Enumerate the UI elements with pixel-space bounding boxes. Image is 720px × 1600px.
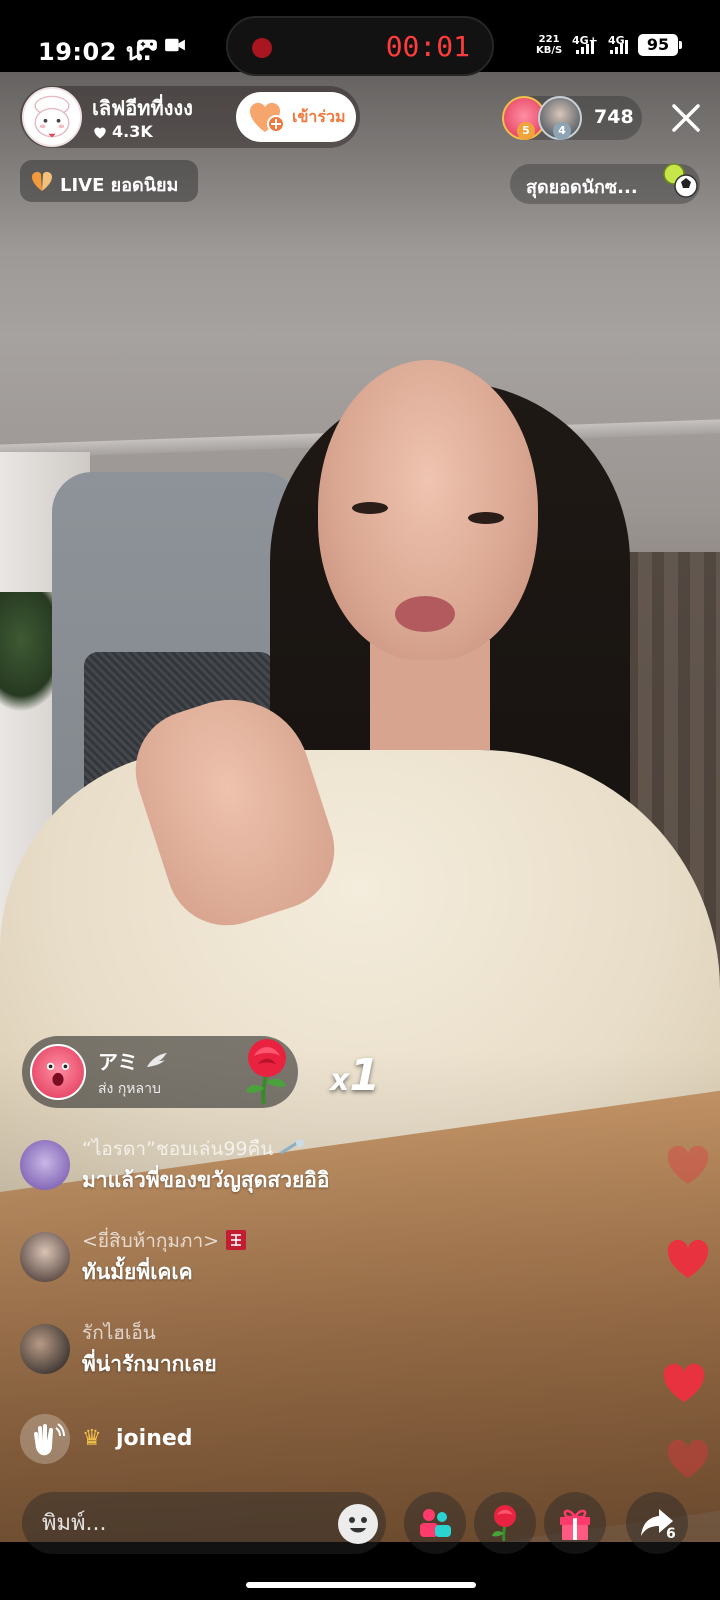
smiley-icon (349, 1517, 367, 1533)
gift-multiplier: x (330, 1063, 350, 1098)
live-popular-badge[interactable]: LIVE ยอดนิยม (20, 160, 198, 202)
video-camera-icon (165, 38, 185, 52)
floating-heart-icon (663, 1363, 705, 1402)
floating-heart-icon (667, 1439, 709, 1478)
host-likes-count: 4.3K (112, 122, 153, 141)
gift-count-value: 1 (349, 1050, 380, 1101)
rank-badge: 4 (553, 122, 571, 140)
ranking-label: สุดยอดนักซ... (526, 177, 638, 198)
multi-guest-button[interactable] (404, 1492, 466, 1554)
gift-box-icon (560, 1509, 590, 1540)
rose-icon (492, 1505, 516, 1542)
streamer-eye-left (352, 502, 388, 514)
signal-icon (576, 40, 594, 54)
split-heart-icon (32, 172, 52, 191)
join-fan-club-button[interactable]: เข้าร่วม (236, 92, 356, 142)
home-indicator[interactable] (246, 1582, 476, 1588)
joined-text: joined (116, 1426, 193, 1451)
crown-icon: ♛ (82, 1426, 102, 1451)
emoji-button[interactable] (338, 1504, 378, 1544)
floating-heart-icon (667, 1145, 709, 1184)
comment-text: ทันมั้ยพี่เคเค (82, 1260, 193, 1284)
join-label: เข้าร่วม (292, 107, 346, 126)
sports-balls-icon (663, 163, 698, 198)
ranking-chip[interactable]: สุดยอดนักซ... (510, 163, 700, 204)
full-badge-icon (226, 1230, 247, 1250)
commenter-name-text: <ยี่สิบห้ากุมภา> (82, 1230, 220, 1252)
network-speed: 221 KB/S (536, 34, 562, 56)
people-icon (420, 1509, 451, 1537)
share-button[interactable]: 6 (626, 1492, 688, 1554)
gift-description: ส่ง กุหลาบ (98, 1081, 161, 1097)
gift-sender-text: アミ (98, 1050, 138, 1074)
wing-icon (146, 1053, 167, 1067)
rank-badge: 5 (517, 122, 535, 140)
commenter-avatar[interactable] (20, 1324, 70, 1374)
gamepad-icon (137, 39, 157, 51)
viewer-count: 748 (594, 106, 634, 128)
host-likes: 4.3K (92, 122, 153, 141)
signal-icon (610, 40, 628, 54)
top-viewer-avatar[interactable]: 4 (538, 96, 582, 140)
gift-count: x1 (330, 1050, 380, 1101)
comment-text: มาแล้วพี่ของขวัญสุดสวยอิอิ (82, 1168, 330, 1192)
wave-avatar (20, 1414, 70, 1464)
rose-gift-icon (246, 1039, 286, 1105)
badminton-icon (280, 1139, 305, 1155)
streamer-eye-right (468, 512, 504, 524)
pink-mascot-icon (46, 1062, 70, 1086)
screen-recording-indicator[interactable]: 00:01 (226, 16, 494, 76)
chef-mascot-icon (34, 95, 70, 138)
gift-button[interactable] (544, 1492, 606, 1554)
streamer-mouth (395, 596, 455, 632)
network-speed-value: 221 (538, 34, 560, 45)
live-badge-label: LIVE ยอดนิยม (60, 175, 179, 196)
floating-heart-icon (667, 1239, 709, 1278)
status-bar: 19:02 น. 00:01 221 KB/S 4G+ 4G 95 (0, 0, 720, 76)
rose-gift-button[interactable] (474, 1492, 536, 1554)
gift-sender-avatar[interactable] (30, 1044, 86, 1100)
battery-indicator: 95 (638, 34, 682, 56)
commenter-avatar[interactable] (20, 1140, 70, 1190)
comment-input-bar[interactable] (22, 1492, 386, 1554)
commenter-name-text: “ไอรดา”ชอบเล่น99คืน (82, 1138, 274, 1160)
share-count: 6 (666, 1526, 676, 1542)
viewer-list[interactable]: 5 4 748 (502, 96, 642, 140)
heart-icon (94, 127, 106, 138)
network-speed-unit: KB/S (536, 45, 563, 56)
close-icon[interactable] (668, 100, 704, 136)
commenter-name: รักไฮเอ็น (82, 1322, 156, 1344)
commenter-name: <ยี่สิบห้ากุมภา> (82, 1226, 247, 1256)
host-avatar[interactable] (22, 87, 82, 147)
comment-text: พี่น่ารักมากเลย (82, 1352, 217, 1376)
host-name: เลิฟอีทที่งงง (92, 96, 193, 120)
heart-plus-icon (249, 102, 285, 133)
commenter-name: “ไอรดา”ชอบเล่น99คืน (82, 1134, 305, 1164)
comment-input[interactable] (42, 1504, 322, 1542)
recording-timer: 00:01 (385, 30, 470, 63)
record-dot-icon (252, 38, 272, 58)
waving-hand-icon (34, 1423, 65, 1456)
commenter-avatar[interactable] (20, 1232, 70, 1282)
gift-sender-name: アミ (98, 1046, 169, 1075)
